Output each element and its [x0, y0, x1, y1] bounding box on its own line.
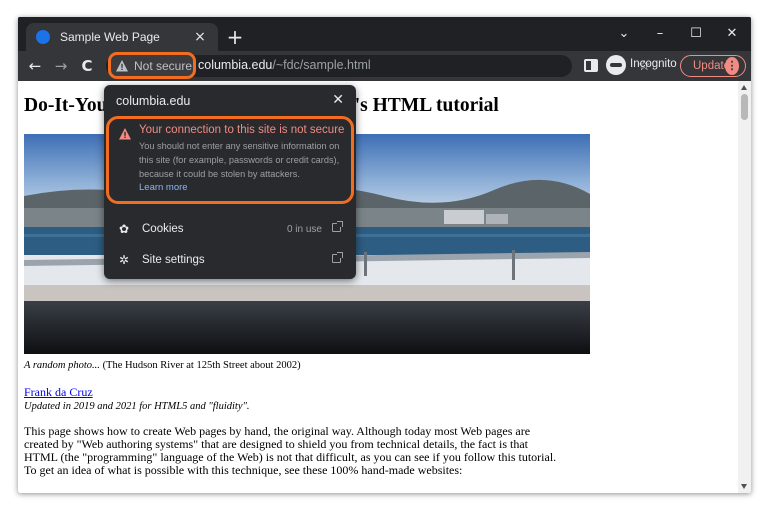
warning-triangle-icon: [116, 59, 128, 71]
new-tab-button[interactable]: +: [224, 27, 246, 49]
incognito-label[interactable]: Incognito: [630, 58, 677, 70]
tab-search-chevron-icon[interactable]: ⌄: [606, 21, 642, 47]
warning-triangle-icon: [119, 128, 131, 140]
maximize-button[interactable]: ☐: [678, 21, 714, 47]
not-secure-label: Not secure: [134, 58, 193, 73]
site-settings-label: Site settings: [142, 254, 205, 266]
scroll-thumb[interactable]: [741, 94, 748, 120]
forward-button[interactable]: →: [50, 55, 72, 77]
cookies-label: Cookies: [142, 223, 184, 235]
url-host: columbia.edu: [198, 58, 273, 72]
site-info-popup: columbia.edu ✕ Your connection to this s…: [104, 85, 356, 279]
open-external-icon: [332, 221, 344, 235]
cookies-row[interactable]: ✿ Cookies 0 in use: [104, 214, 356, 244]
site-settings-row[interactable]: ✲ Site settings: [104, 245, 356, 275]
page-title-left: Do-It-You: [24, 95, 108, 116]
photo-caption: A random photo... (The Hudson River at 1…: [24, 360, 301, 371]
cookies-count: 0 in use: [286, 223, 322, 235]
update-button[interactable]: Update ⋮: [680, 55, 746, 77]
learn-more-link[interactable]: Learn more: [139, 182, 342, 193]
warning-heading: Your connection to this site is not secu…: [139, 124, 345, 136]
gear-icon: ✲: [118, 253, 130, 267]
popup-host: columbia.edu: [116, 94, 191, 108]
close-window-button[interactable]: ✕: [714, 21, 750, 47]
author-link[interactable]: Frank da Cruz: [24, 385, 93, 400]
updated-note: Updated in 2019 and 2021 for HTML5 and "…: [24, 401, 250, 412]
menu-kebab-icon[interactable]: ⋮: [725, 57, 739, 75]
url-text[interactable]: columbia.edu/~fdc/sample.html: [198, 58, 371, 72]
tab-sample-web-page[interactable]: Sample Web Page ×: [26, 23, 218, 51]
globe-icon: [36, 30, 50, 44]
tab-bar: Sample Web Page × + ⌄ – ☐ ✕: [18, 17, 751, 51]
connection-warning: Your connection to this site is not secu…: [106, 116, 354, 204]
intro-paragraph: This page shows how to create Web pages …: [24, 425, 594, 477]
caption-text: (The Hudson River at 125th Street about …: [99, 360, 301, 371]
scroll-up-arrow-icon[interactable]: [741, 85, 747, 90]
browser-window: Sample Web Page × + ⌄ – ☐ ✕ ← → C Not se…: [18, 17, 751, 493]
cookie-icon: ✿: [118, 222, 130, 236]
page-title-right: er's HTML tutorial: [337, 95, 499, 116]
incognito-icon[interactable]: [606, 55, 626, 75]
popup-close-icon[interactable]: ✕: [332, 91, 344, 108]
toolbar: ← → C Not secure columbia.edu/~fdc/sampl…: [18, 51, 751, 81]
paragraph-line: To get an idea of what is possible with …: [24, 463, 463, 477]
back-button[interactable]: ←: [24, 55, 46, 77]
open-external-icon: [332, 252, 344, 266]
reload-button[interactable]: C: [76, 55, 98, 77]
warning-body: You should not enter any sensitive infor…: [139, 141, 340, 179]
side-panel-icon[interactable]: [584, 59, 598, 72]
address-bar[interactable]: Not secure columbia.edu/~fdc/sample.html…: [106, 52, 651, 79]
not-secure-chip[interactable]: Not secure: [108, 52, 196, 79]
scroll-down-arrow-icon[interactable]: [741, 484, 747, 489]
url-path: /~fdc/sample.html: [272, 58, 371, 72]
minimize-button[interactable]: –: [642, 21, 678, 47]
vertical-scrollbar[interactable]: [738, 81, 751, 493]
tab-title: Sample Web Page: [60, 30, 160, 44]
close-tab-icon[interactable]: ×: [192, 29, 208, 45]
caption-italic: A random photo...: [24, 360, 100, 371]
